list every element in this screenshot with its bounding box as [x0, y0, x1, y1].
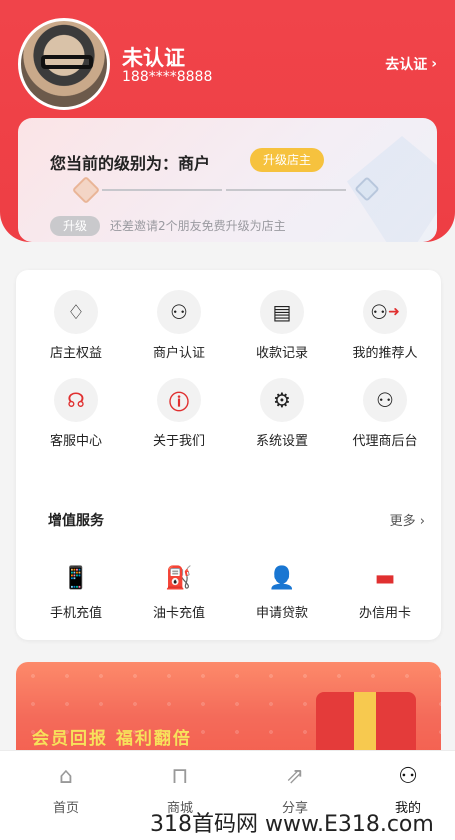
grid-label: 关于我们	[152, 434, 205, 449]
service-fuel-card[interactable]: ⛽ 油卡充值	[129, 562, 229, 622]
upgrade-tag: 升级	[50, 216, 100, 236]
grid-label: 商户认证	[152, 346, 205, 361]
level-title: 您当前的级别为：商户	[50, 154, 211, 173]
go-auth-link[interactable]: 去认证 ›	[385, 54, 437, 74]
level-progress-line	[226, 189, 346, 191]
grid-label: 店主权益	[49, 346, 102, 361]
level-progress-line	[102, 189, 222, 191]
headset-icon: ☊	[54, 378, 98, 422]
level-card: 您当前的级别为：商户 升级店主 升级 还差邀请2个朋友免费升级为店主	[18, 118, 437, 242]
service-label: 办信用卡	[358, 606, 411, 621]
grid-label: 客服中心	[49, 434, 102, 449]
watermark: 318首码网 www.E318.com	[150, 812, 434, 837]
grid-item-system-settings[interactable]: ⚙ 系统设置	[232, 378, 332, 449]
section-title-value-added: 增值服务	[48, 513, 104, 529]
user-name: 未认证	[122, 46, 185, 70]
grid-item-about-us[interactable]: ⓘ 关于我们	[129, 378, 229, 449]
promo-text: 会员回报 福利翻倍	[32, 729, 192, 749]
grid-item-customer-service[interactable]: ☊ 客服中心	[26, 378, 126, 449]
service-phone-topup[interactable]: 📱 手机充值	[26, 562, 126, 622]
chevron-right-icon: ›	[431, 56, 437, 72]
home-icon: ⌂	[59, 764, 73, 789]
chevron-right-icon: ›	[419, 514, 425, 529]
grid-label: 收款记录	[255, 346, 308, 361]
merchant-level-icon	[71, 175, 101, 205]
info-icon: ⓘ	[157, 378, 201, 422]
user-phone: 188****8888	[122, 69, 213, 85]
user-cert-icon: ⚇	[157, 290, 201, 334]
grid-item-payment-records[interactable]: ▤ 收款记录	[232, 290, 332, 361]
go-auth-label: 去认证	[385, 57, 428, 73]
profile-icon: ⚇	[398, 764, 418, 789]
phone-topup-icon: 📱	[62, 565, 90, 591]
bottom-tab-bar: ⌂ 首页 ⊓ 商城 ⇗ 分享 ⚇ 我的 318首码网 www.E318.com	[0, 750, 455, 840]
service-label: 申请贷款	[255, 606, 308, 621]
service-label: 油卡充值	[152, 606, 205, 621]
grid-item-my-referrer[interactable]: ⚇ ➜ 我的推荐人	[335, 290, 435, 361]
menu-card: ♢ 店主权益 ⚇ 商户认证 ▤ 收款记录 ⚇ ➜ 我的推荐人 ☊ 客服中心 ⓘ 关…	[16, 270, 441, 640]
agent-icon: ⚇	[363, 378, 407, 422]
service-label: 手机充值	[49, 606, 102, 621]
credit-card-icon: ▬	[374, 565, 396, 591]
more-label: 更多	[389, 514, 416, 529]
bag-icon: ⊓	[171, 764, 189, 789]
fuel-icon: ⛽	[165, 565, 193, 591]
upgrade-hint: 还差邀请2个朋友免费升级为店主	[110, 219, 286, 233]
grid-label: 我的推荐人	[352, 346, 418, 361]
diamond-icon: ♢	[54, 290, 98, 334]
user-arrow-icon: ⚇ ➜	[363, 290, 407, 334]
share-icon: ⇗	[285, 764, 305, 789]
grid-label: 代理商后台	[352, 434, 418, 449]
avatar[interactable]	[18, 18, 110, 110]
gear-icon: ⚙	[260, 378, 304, 422]
grid-item-store-rights[interactable]: ♢ 店主权益	[26, 290, 126, 361]
tab-label: 首页	[52, 801, 79, 816]
loan-icon: 👤	[268, 565, 296, 591]
grid-item-agent-backend[interactable]: ⚇ 代理商后台	[335, 378, 435, 449]
grid-item-merchant-cert[interactable]: ⚇ 商户认证	[129, 290, 229, 361]
upgrade-store-button[interactable]: 升级店主	[250, 148, 324, 172]
service-credit-card[interactable]: ▬ 办信用卡	[335, 562, 435, 622]
service-loan[interactable]: 👤 申请贷款	[232, 562, 332, 622]
more-link[interactable]: 更多 ›	[390, 510, 425, 529]
receipt-search-icon: ▤	[260, 290, 304, 334]
tab-home[interactable]: ⌂ 首页	[26, 763, 106, 816]
grid-label: 系统设置	[255, 434, 308, 449]
